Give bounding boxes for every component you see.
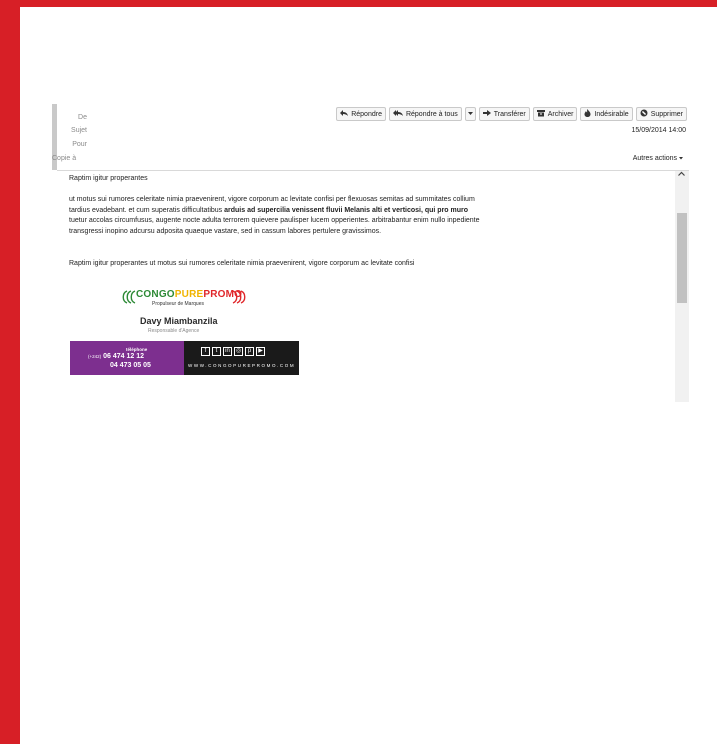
- reply-label: Répondre: [351, 110, 382, 118]
- phone-2: 04 473 05 05: [110, 362, 151, 369]
- fire-icon: [584, 109, 591, 119]
- chevron-down-icon: [467, 111, 473, 118]
- reply-all-button[interactable]: Répondre à tous: [388, 107, 462, 121]
- chevron-up-icon[interactable]: [678, 171, 685, 179]
- reply-all-label: Répondre à tous: [405, 110, 458, 118]
- social-icons: f t in ◎ p ▶: [201, 347, 265, 356]
- red-frame-left: [0, 0, 20, 744]
- cc-label: Copie à: [52, 155, 77, 162]
- reply-all-dropdown[interactable]: [464, 107, 476, 121]
- forward-button[interactable]: Transférer: [478, 107, 530, 121]
- logo-part-pure: PURE: [174, 289, 204, 300]
- paragraph-line-4: transgressi inopino adcursu adposita qua…: [69, 227, 382, 235]
- reply-button[interactable]: Répondre: [336, 107, 386, 121]
- paragraph-line-3: tuetur accolas circumfusus, augente noct…: [69, 217, 480, 225]
- youtube-icon[interactable]: ▶: [256, 347, 265, 356]
- instagram-icon[interactable]: ◎: [234, 347, 243, 356]
- junk-button[interactable]: Indésirable: [580, 107, 633, 121]
- contact-card: téléphone (+242) 06 474 12 12 04 473 05 0…: [70, 341, 299, 375]
- phone-1-number: 06 474 12 12: [103, 353, 145, 360]
- scrollbar-thumb[interactable]: [677, 213, 687, 303]
- message-date: 15/09/2014 14:00: [631, 127, 687, 134]
- paragraph-line-2-text: tardius evadebant. et cum superatis diff…: [69, 206, 225, 214]
- phone-1: (+242) 06 474 12 12: [88, 353, 144, 360]
- body-line-3: Raptim igitur properantes ut motus sui r…: [69, 260, 415, 267]
- junk-label: Indésirable: [594, 110, 629, 118]
- more-actions-label: Autres actions: [632, 155, 678, 162]
- paragraph-line-2-bold: arduis ad supercilia venissent fluvii Me…: [224, 206, 469, 214]
- signature-name: Davy Miambanzila: [140, 316, 218, 326]
- delete-label: Supprimer: [650, 110, 683, 118]
- twitter-icon[interactable]: t: [212, 347, 221, 356]
- logo-wordmark: CONGOPUREPROMO: [136, 289, 242, 300]
- website-link[interactable]: WWW.CONGOPUREPROMO.COM: [188, 363, 295, 368]
- telephone-label: téléphone: [126, 347, 148, 352]
- country-code: (+242): [88, 354, 102, 359]
- body-paragraph: ut motus sui rumores celeritate nimia pr…: [69, 195, 589, 237]
- archive-button[interactable]: Archiver: [532, 107, 578, 121]
- logo-tagline: Propulseur de Marques: [152, 301, 204, 307]
- no-entry-icon: [640, 109, 648, 119]
- delete-button[interactable]: Supprimer: [635, 107, 687, 121]
- email-header: De Sujet Pour Copie à Répondre Répondre …: [52, 104, 689, 171]
- contact-card-social: f t in ◎ p ▶ WWW.CONGOPUREPROMO.COM: [184, 341, 299, 375]
- paragraph-line-1: ut motus sui rumores celeritate nimia pr…: [69, 196, 475, 203]
- more-actions-button[interactable]: Autres actions: [633, 155, 683, 162]
- message-toolbar: Répondre Répondre à tous Transférer Arch…: [336, 107, 687, 121]
- archive-icon: [536, 109, 545, 119]
- to-label: Pour: [72, 141, 87, 148]
- red-frame-top: [0, 0, 717, 7]
- reply-all-icon: [392, 109, 403, 119]
- from-label: De: [78, 114, 87, 121]
- contact-card-phones: téléphone (+242) 06 474 12 12 04 473 05 0…: [70, 341, 184, 375]
- archive-label: Archiver: [547, 110, 574, 118]
- signature-logo: CONGOPUREPROMO Propulseur de Marques: [118, 288, 250, 314]
- pinterest-icon[interactable]: p: [245, 347, 254, 356]
- paragraph-line-2: tardius evadebant. et cum superatis diff…: [69, 206, 589, 217]
- reply-icon: [340, 109, 349, 119]
- forward-label: Transférer: [493, 110, 526, 118]
- logo-part-congo: CONGO: [136, 289, 175, 300]
- facebook-icon[interactable]: f: [201, 347, 210, 356]
- subject-label: Sujet: [71, 127, 87, 134]
- linkedin-icon[interactable]: in: [223, 347, 232, 356]
- vertical-scrollbar[interactable]: [675, 171, 689, 402]
- logo-part-promo: PROMO: [203, 289, 243, 300]
- forward-icon: [482, 109, 491, 119]
- body-line-1: Raptim igitur properantes: [69, 175, 148, 182]
- chevron-down-icon: [679, 155, 683, 162]
- signature-role: Responsable d'Agence: [148, 328, 200, 334]
